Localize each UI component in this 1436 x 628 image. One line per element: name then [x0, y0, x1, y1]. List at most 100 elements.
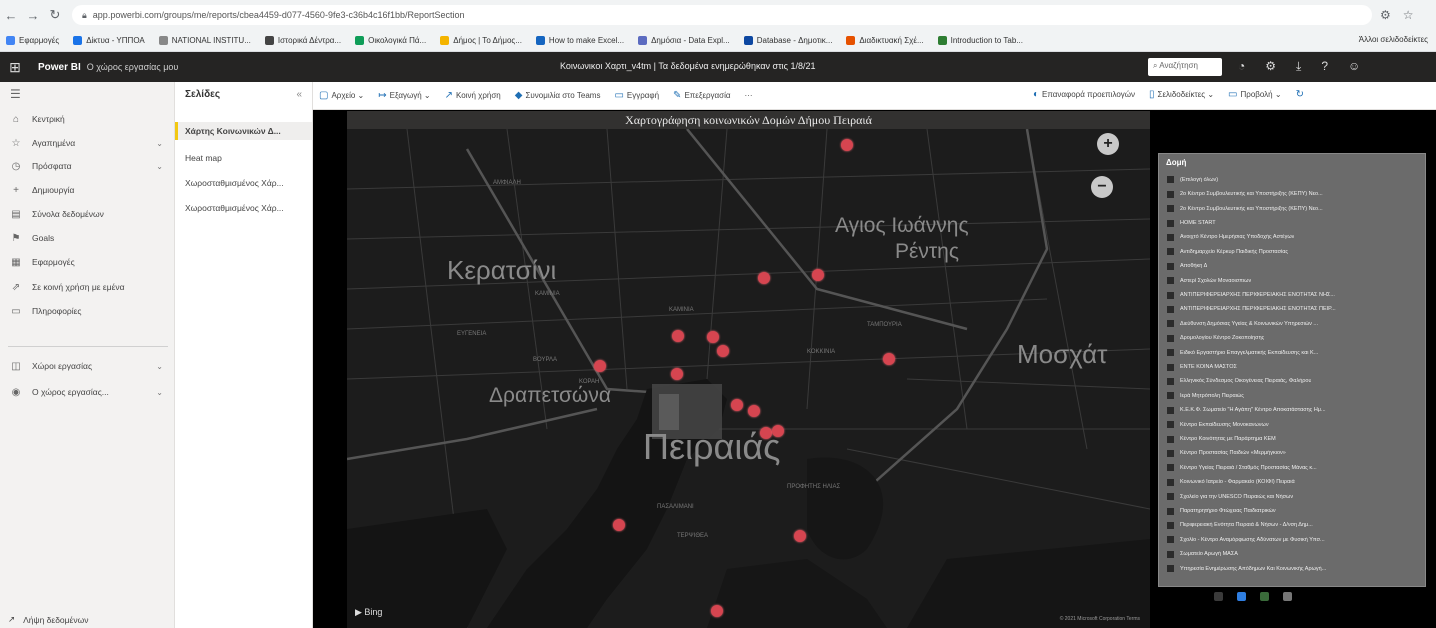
- toolbar-button[interactable]: ◐ Επαναφορά προεπιλογών: [1033, 89, 1135, 100]
- star-icon[interactable]: ☆: [1403, 8, 1414, 22]
- hamburger-icon[interactable]: ☰: [10, 87, 21, 101]
- slicer-item[interactable]: Κέντρο Κοινότητας με Παράρτημα ΚΕΜ: [1167, 433, 1423, 445]
- checkbox[interactable]: [1167, 464, 1174, 472]
- page-tab[interactable]: Heat map: [175, 149, 312, 167]
- slicer-item[interactable]: Κέντρο Υγείας Πειραιά / Σταθμός Προστασί…: [1167, 462, 1423, 474]
- reload-icon[interactable]: ↻: [44, 7, 66, 23]
- slicer-item[interactable]: Κοινωνικό Ιατρείο - Φαρμακείο (ΚΟΙΦΙ) Πε…: [1167, 476, 1423, 488]
- toolbar-button[interactable]: ↦ Εξαγωγή ⌄: [378, 90, 430, 101]
- page-tab[interactable]: Χάρτης Κοινωνικών Δ...: [175, 122, 312, 140]
- smiley-icon[interactable]: ☺: [1348, 59, 1360, 74]
- checkbox[interactable]: [1167, 349, 1174, 357]
- help-icon[interactable]: ?: [1321, 59, 1328, 74]
- nav-item[interactable]: ☆ Αγαπημένα ⌄: [0, 133, 175, 153]
- map-point[interactable]: [841, 139, 853, 151]
- tray-icon[interactable]: [1283, 592, 1292, 601]
- slicer-item[interactable]: Παρατηρητήριο Φτώχειας Παιδιατρικών: [1167, 505, 1423, 517]
- map-point[interactable]: [671, 368, 683, 380]
- bookmark-item[interactable]: Δημόσια - Data Expl...: [638, 36, 730, 45]
- nav-item[interactable]: ◉ Ο χώρος εργασίας... ⌄: [0, 382, 175, 402]
- slicer-item[interactable]: Διεύθυνση Δημόσιας Υγείας & Κοινωνικών Υ…: [1167, 318, 1423, 330]
- slicer-item[interactable]: Κ.Ε.Κ.Φ. Σωματείο "Η Αγάπη" Κέντρο Αποκα…: [1167, 404, 1423, 416]
- toolbar-button[interactable]: ↗ Κοινή χρήση: [445, 90, 501, 101]
- gear-icon[interactable]: ⚙: [1265, 59, 1276, 74]
- report-title[interactable]: Κοινωνικοι Χαρτι_v4tm | Τα δεδομένα ενημ…: [560, 61, 816, 71]
- forward-icon[interactable]: →: [22, 8, 44, 23]
- get-data-button[interactable]: ↗ Λήψη δεδομένων: [8, 614, 88, 625]
- nav-item[interactable]: ⇗ Σε κοινή χρήση με εμένα: [0, 277, 175, 297]
- bookmark-item[interactable]: Introduction to Tab...: [937, 36, 1023, 45]
- map-point[interactable]: [772, 425, 784, 437]
- slicer-item[interactable]: ΑΝΤΙΠΕΡΙΦΕΡΕΙΑΡΧΗΣ ΠΕΡΙΦΕΡΕΙΑΚΗΣ ΕΝΟΤΗΤΑ…: [1167, 304, 1423, 316]
- slicer-item[interactable]: Περιφερειακή Ενότητα Πειραιά & Νήσων - Δ…: [1167, 520, 1423, 532]
- slicer-item[interactable]: 2ο Κέντρο Συμβουλευτικής και Υποστήριξης…: [1167, 188, 1423, 200]
- map-point[interactable]: [613, 519, 625, 531]
- toolbar-button[interactable]: ▯ Σελιδοδείκτες ⌄: [1149, 89, 1214, 100]
- bookmark-item[interactable]: Οικολογικά Πά...: [355, 36, 426, 45]
- checkbox[interactable]: [1167, 277, 1174, 285]
- nav-item[interactable]: ▤ Σύνολα δεδομένων: [0, 204, 175, 224]
- zoom-out-button[interactable]: −: [1091, 176, 1113, 198]
- checkbox[interactable]: [1167, 305, 1174, 313]
- slicer-item[interactable]: Κέντρο Εκπαίδευσης Μονοκανωνων: [1167, 419, 1423, 431]
- app-launcher-icon[interactable]: ⊞: [0, 59, 30, 76]
- nav-item[interactable]: + Δημιουργία: [0, 180, 175, 200]
- checkbox[interactable]: [1167, 435, 1174, 443]
- back-icon[interactable]: ←: [0, 8, 22, 23]
- checkbox[interactable]: [1167, 176, 1174, 184]
- map-point[interactable]: [794, 530, 806, 542]
- bell-icon[interactable]: ◔: [1238, 59, 1245, 74]
- nav-item[interactable]: ⚑ Goals: [0, 228, 175, 248]
- extension-icon[interactable]: ⚙: [1380, 8, 1391, 22]
- map-point[interactable]: [711, 605, 723, 617]
- slicer-item[interactable]: 2ο Κέντρο Συμβουλευτικής και Υποστήριξης…: [1167, 203, 1423, 215]
- slicer-item[interactable]: (Επιλογή όλων): [1167, 174, 1423, 186]
- address-bar[interactable]: 🔒︎ app.powerbi.com/groups/me/reports/cbe…: [72, 5, 1372, 25]
- page-tab[interactable]: Χωροσταθμισμένος Χάρ...: [175, 199, 312, 217]
- toolbar-button[interactable]: ◆ Συνομιλία στο Teams: [515, 90, 601, 101]
- checkbox[interactable]: [1167, 536, 1174, 544]
- bookmark-item[interactable]: Ιστορικά Δέντρα...: [264, 36, 341, 45]
- slicer-item[interactable]: Σωματείο Αρωγή ΜΑΣΑ: [1167, 548, 1423, 560]
- slicer-item[interactable]: Ειδικό Εργαστήριο Επαγγελματικής Εκπαίδε…: [1167, 347, 1423, 359]
- nav-item[interactable]: ◫ Χώροι εργασίας ⌄: [0, 356, 175, 376]
- checkbox[interactable]: [1167, 377, 1174, 385]
- checkbox[interactable]: [1167, 406, 1174, 414]
- map-copyright[interactable]: © 2021 Microsoft Corporation Terms: [1060, 616, 1140, 622]
- tray-icon[interactable]: [1214, 592, 1223, 601]
- checkbox[interactable]: [1167, 205, 1174, 213]
- nav-item[interactable]: ◷ Πρόσφατα ⌄: [0, 156, 175, 176]
- collapse-icon[interactable]: «: [296, 89, 302, 100]
- checkbox[interactable]: [1167, 521, 1174, 529]
- slicer-item[interactable]: ΕΝΤΕ ΚΟΙΝΑ ΜΑΣΤΟΣ: [1167, 361, 1423, 373]
- map-point[interactable]: [717, 345, 729, 357]
- slicer-item[interactable]: Υπηρεσία Ενημέρωσης Απόδημων Και Κοινωνι…: [1167, 563, 1423, 575]
- checkbox[interactable]: [1167, 565, 1174, 573]
- tray-icon[interactable]: [1237, 592, 1246, 601]
- checkbox[interactable]: [1167, 507, 1174, 515]
- bookmark-item[interactable]: Διαδικτυακή Σχέ...: [846, 36, 924, 45]
- checkbox[interactable]: [1167, 550, 1174, 558]
- slicer-item[interactable]: Αποθήκη Δ: [1167, 260, 1423, 272]
- slicer-item[interactable]: Ιερά Μητρόπολη Πειραιώς: [1167, 390, 1423, 402]
- bookmark-item[interactable]: Εφαρμογές: [6, 36, 59, 45]
- bookmark-item[interactable]: NATIONAL INSTITU...: [158, 36, 251, 45]
- toolbar-button[interactable]: ▭ Εγγραφή: [614, 90, 659, 101]
- map-visual[interactable]: Κερατσίνι Αγιος Ιωάννης Ρέντης Μοσχάτ Δραπετ…: [347, 129, 1150, 628]
- checkbox[interactable]: [1167, 320, 1174, 328]
- bookmark-item[interactable]: Δίκτυα - ΥΠΠΟΑ: [73, 36, 145, 45]
- checkbox[interactable]: [1167, 233, 1174, 241]
- bookmark-item[interactable]: Database - Δημοτικ...: [743, 36, 832, 45]
- page-tab[interactable]: Χωροσταθμισμένος Χάρ...: [175, 174, 312, 192]
- map-point[interactable]: [760, 427, 772, 439]
- map-point[interactable]: [883, 353, 895, 365]
- bookmark-item[interactable]: Δήμος | Το Δήμος...: [440, 36, 522, 45]
- download-icon[interactable]: ⤓: [1296, 59, 1301, 74]
- map-point[interactable]: [812, 269, 824, 281]
- toolbar-button[interactable]: ▭ Προβολή ⌄: [1228, 89, 1282, 100]
- slicer-item[interactable]: ΑΝΤΙΠΕΡΙΦΕΡΕΙΑΡΧΗΣ ΠΕΡΙΦΕΡΕΙΑΚΗΣ ΕΝΟΤΗΤΑ…: [1167, 289, 1423, 301]
- slicer-item[interactable]: Αστερί Σχολών Μοναοισπιων: [1167, 275, 1423, 287]
- checkbox[interactable]: [1167, 478, 1174, 486]
- checkbox[interactable]: [1167, 334, 1174, 342]
- slicer-item[interactable]: Ελληνικός Σύνδεσμος Οικογένειας Πειραιάς…: [1167, 376, 1423, 388]
